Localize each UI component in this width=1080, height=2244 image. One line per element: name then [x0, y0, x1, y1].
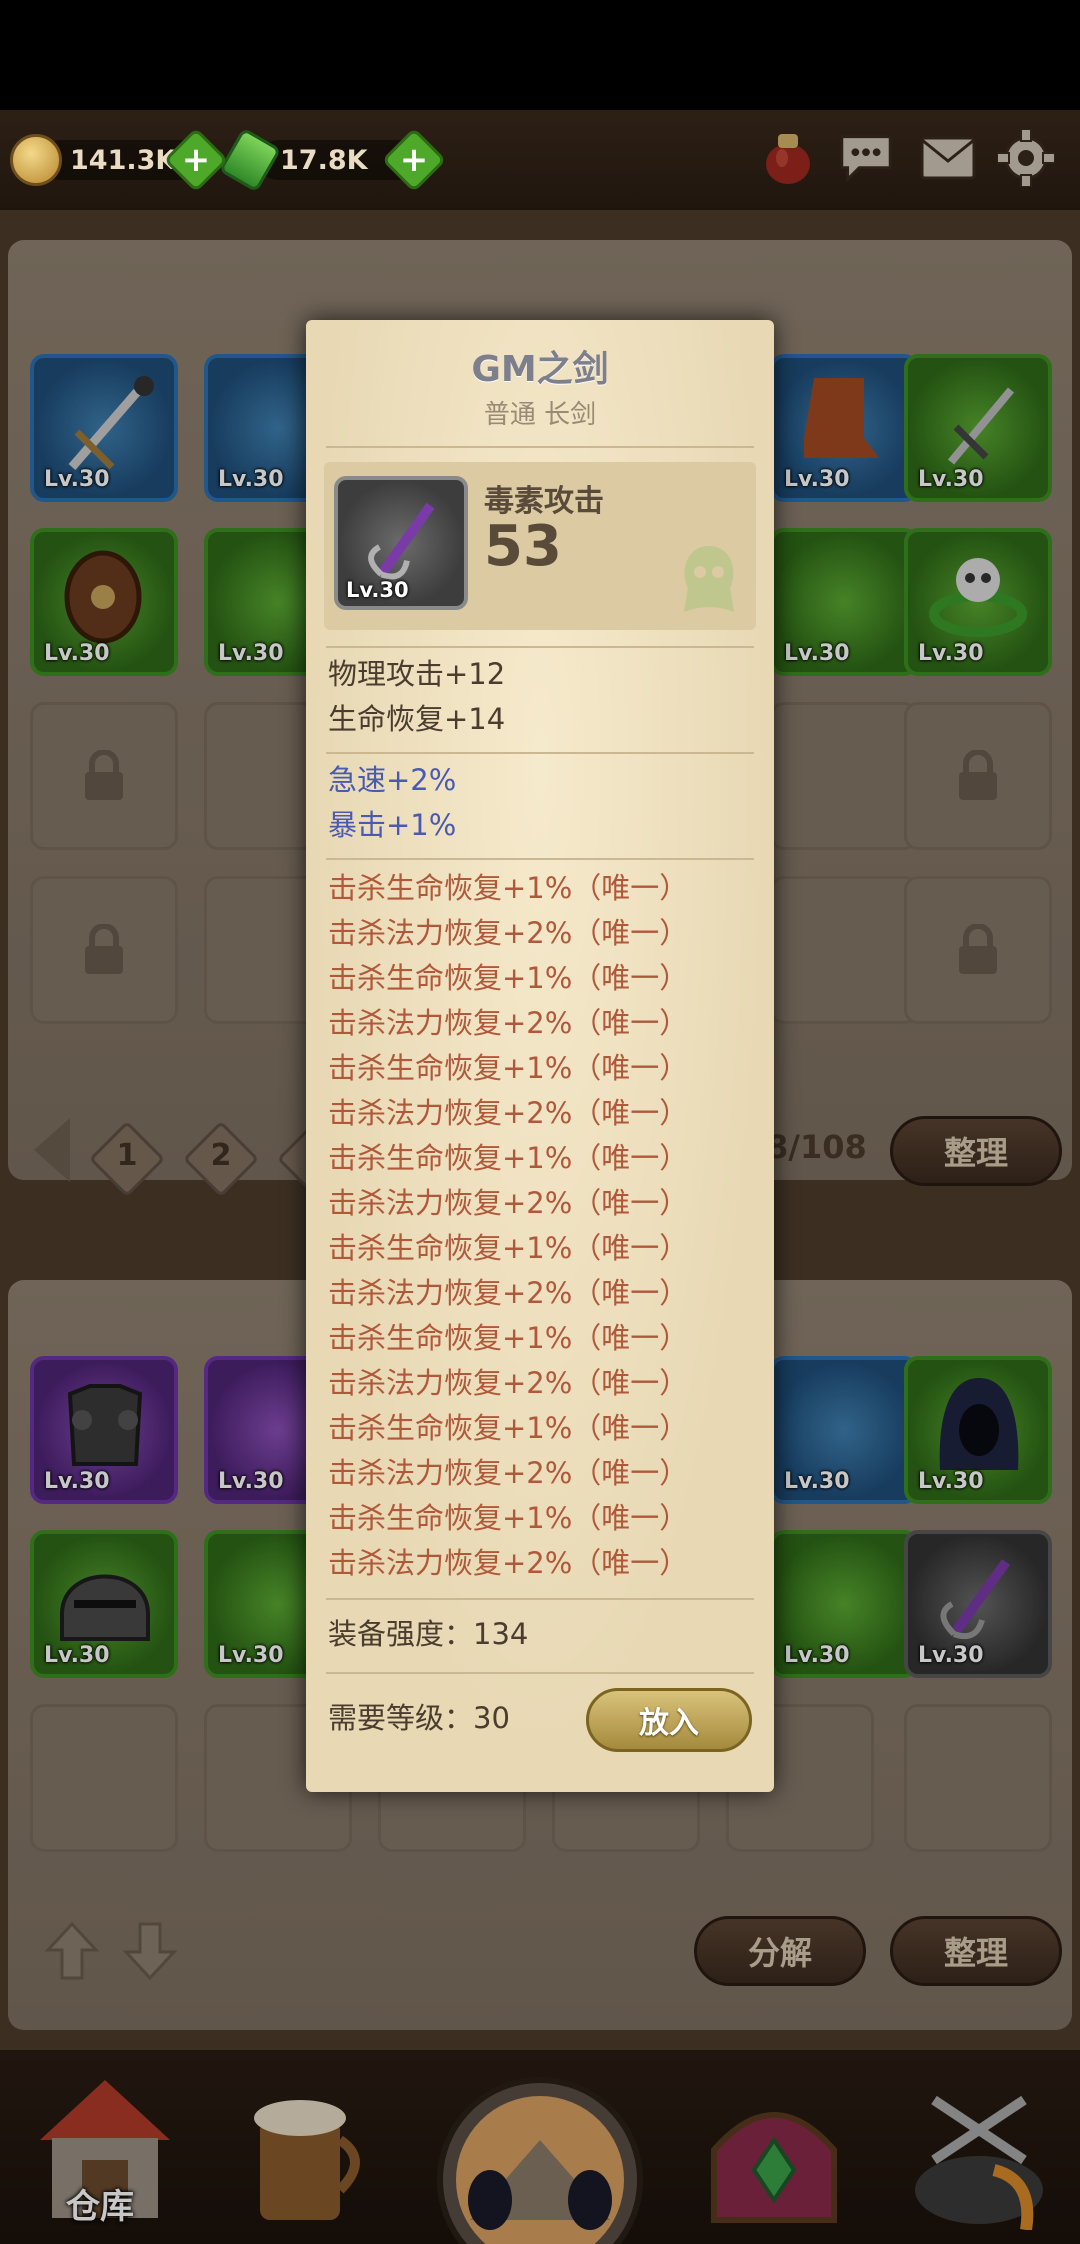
item-detail-card: GM之剑 普通 长剑 Lv.30 毒素攻击 53 物理攻击+12 生命恢复+14…	[306, 320, 774, 1792]
base-stat: 生命恢复+14	[328, 702, 506, 736]
primary-stat-value: 53	[484, 514, 562, 579]
bonus-stat: 急速+2%	[328, 763, 457, 797]
gold-amount: 141.3K	[70, 144, 177, 176]
base-stat: 物理攻击+12	[328, 657, 506, 691]
unique-stat: 击杀法力恢复+2%（唯一）	[328, 1366, 689, 1400]
unique-stat: 击杀生命恢复+1%（唯一）	[328, 1321, 689, 1355]
gold-coin-icon	[10, 134, 62, 186]
equip-button[interactable]: 放入	[586, 1688, 752, 1752]
divider	[326, 1672, 754, 1674]
item-type: 普通 长剑	[483, 400, 597, 430]
unique-stat: 击杀法力恢复+2%（唯一）	[328, 1096, 689, 1130]
unique-stat: 击杀法力恢复+2%（唯一）	[328, 1546, 689, 1580]
gem-amount: 17.8K	[280, 144, 368, 176]
item-icon-frame: Lv.30	[334, 476, 468, 610]
poison-skull-icon	[684, 546, 734, 612]
primary-stat-box: Lv.30 毒素攻击 53	[324, 462, 756, 630]
unique-stat: 击杀生命恢复+1%（唯一）	[328, 1051, 689, 1085]
item-name: GM之剑	[471, 349, 609, 390]
divider	[326, 646, 754, 648]
bonus-stat: 暴击+1%	[328, 808, 457, 842]
divider	[326, 858, 754, 860]
divider	[326, 752, 754, 754]
unique-stat: 击杀法力恢复+2%（唯一）	[328, 1456, 689, 1490]
required-level: 需要等级：30	[328, 1701, 510, 1735]
unique-stat: 击杀法力恢复+2%（唯一）	[328, 1186, 689, 1220]
unique-stat: 击杀生命恢复+1%（唯一）	[328, 871, 689, 905]
unique-stat: 击杀法力恢复+2%（唯一）	[328, 916, 689, 950]
unique-stat: 击杀生命恢复+1%（唯一）	[328, 1141, 689, 1175]
unique-stat: 击杀法力恢复+2%（唯一）	[328, 1006, 689, 1040]
unique-stat: 击杀生命恢复+1%（唯一）	[328, 961, 689, 995]
divider	[326, 446, 754, 448]
unique-stat: 击杀生命恢复+1%（唯一）	[328, 1501, 689, 1535]
unique-stat: 击杀法力恢复+2%（唯一）	[328, 1276, 689, 1310]
divider	[326, 1598, 754, 1600]
unique-stat: 击杀生命恢复+1%（唯一）	[328, 1231, 689, 1265]
equipment-strength: 装备强度：134	[328, 1617, 529, 1651]
unique-stat: 击杀生命恢复+1%（唯一）	[328, 1411, 689, 1445]
